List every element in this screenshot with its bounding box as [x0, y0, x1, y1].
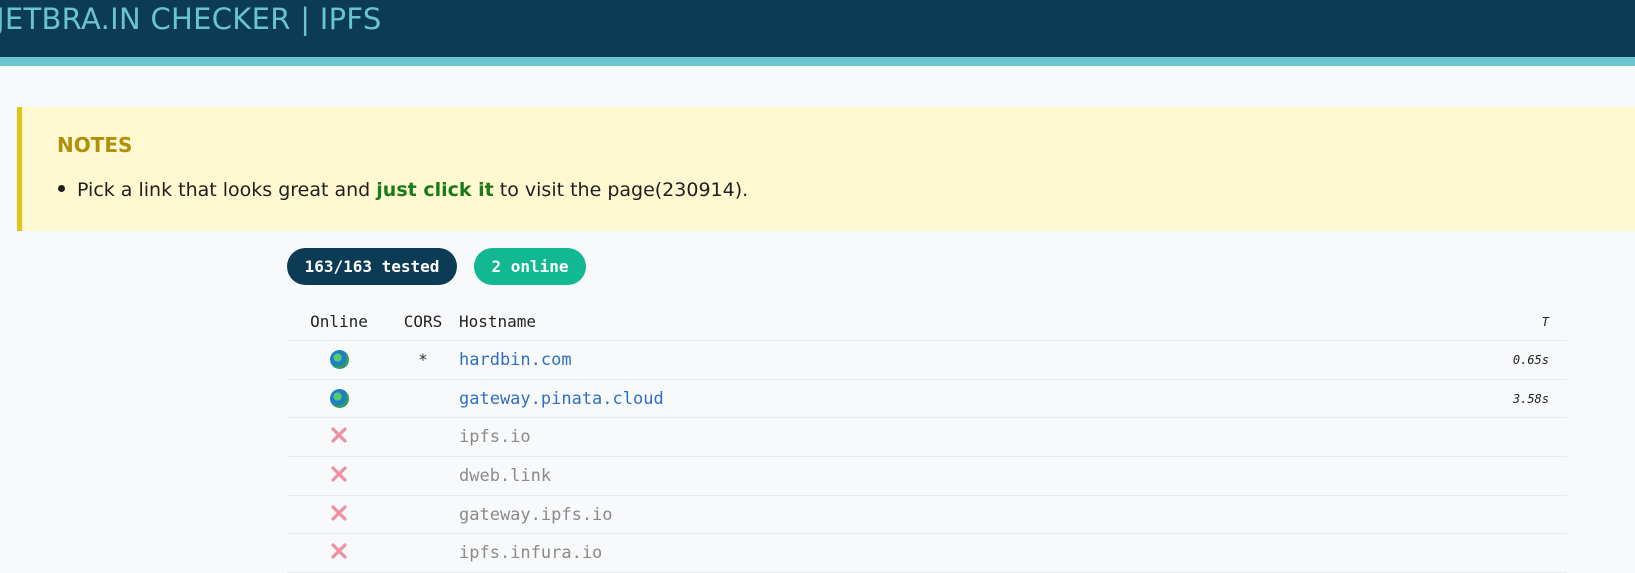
- hostname-cell: gateway.pinata.cloud: [459, 380, 664, 418]
- top-bar: JETBRA.IN CHECKER | IPFS: [0, 0, 1635, 57]
- hostname-cell: dweb.link: [459, 457, 551, 495]
- notes-emphasis: just click it: [376, 179, 494, 201]
- cors-cell: [383, 380, 463, 418]
- globe-icon: [329, 350, 349, 370]
- notes-text-before: Pick a link that looks great and: [77, 179, 377, 201]
- cross-icon: [330, 542, 348, 564]
- hostname-text: gateway.ipfs.io: [459, 504, 613, 525]
- hostname-cell: gateway.ipfs.io: [459, 496, 613, 534]
- hostname-cell: hardbin.com: [459, 341, 572, 379]
- table-header-row: Online CORS Hostname T: [287, 303, 1567, 341]
- hostname-text: ipfs.infura.io: [459, 543, 603, 564]
- table-row: * hardbin.com 0.65s: [287, 341, 1567, 380]
- column-header-online: Online: [310, 312, 368, 331]
- cross-icon: [330, 426, 348, 448]
- cross-icon: [330, 504, 348, 526]
- online-status-cell: [287, 418, 391, 456]
- page-title: JETBRA.IN CHECKER | IPFS: [0, 2, 382, 36]
- table-row: ipfs.infura.io: [287, 534, 1567, 573]
- cors-cell: [383, 418, 463, 456]
- online-count-badge: 2 online: [474, 248, 586, 285]
- gateway-table: Online CORS Hostname T * hardbin.com 0.65s…: [287, 303, 1567, 573]
- hostname-link[interactable]: hardbin.com: [459, 350, 572, 370]
- notes-list-item: Pick a link that looks great and just cl…: [58, 179, 748, 201]
- hostname-cell: ipfs.infura.io: [459, 534, 602, 572]
- table-row: gateway.pinata.cloud 3.58s: [287, 380, 1567, 419]
- column-header-hostname: Hostname: [459, 312, 537, 331]
- hostname-text: ipfs.io: [459, 427, 531, 448]
- notes-panel: NOTES Pick a link that looks great and j…: [17, 107, 1635, 231]
- online-status-cell: [287, 341, 391, 379]
- hostname-cell: ipfs.io: [459, 418, 531, 456]
- online-status-cell: [287, 457, 391, 495]
- cors-cell: [383, 496, 463, 534]
- online-status-cell: [287, 534, 391, 572]
- table-body: * hardbin.com 0.65s gateway.pinata.cloud 3.5…: [287, 341, 1567, 573]
- header-accent-stripe: [0, 57, 1635, 66]
- notes-title: NOTES: [57, 133, 133, 157]
- cors-cell: [383, 534, 463, 572]
- globe-icon: [329, 389, 349, 409]
- notes-text-after: to visit the page(230914).: [493, 179, 749, 201]
- tested-count-badge: 163/163 tested: [287, 248, 457, 285]
- hostname-link[interactable]: gateway.pinata.cloud: [459, 389, 664, 409]
- bullet-icon: [58, 185, 65, 192]
- column-header-cors: CORS: [403, 312, 443, 331]
- online-status-cell: [287, 496, 391, 534]
- cors-cell: [383, 457, 463, 495]
- cors-cell: *: [418, 350, 428, 370]
- hostname-text: dweb.link: [459, 465, 552, 486]
- cross-icon: [330, 465, 348, 487]
- column-header-time: T: [1541, 314, 1549, 329]
- response-time-cell: 3.58s: [1512, 391, 1549, 406]
- table-row: gateway.ipfs.io: [287, 496, 1567, 535]
- table-row: ipfs.io: [287, 418, 1567, 458]
- response-time-cell: 0.65s: [1512, 352, 1549, 367]
- online-status-cell: [287, 380, 391, 418]
- table-row: dweb.link: [287, 457, 1567, 496]
